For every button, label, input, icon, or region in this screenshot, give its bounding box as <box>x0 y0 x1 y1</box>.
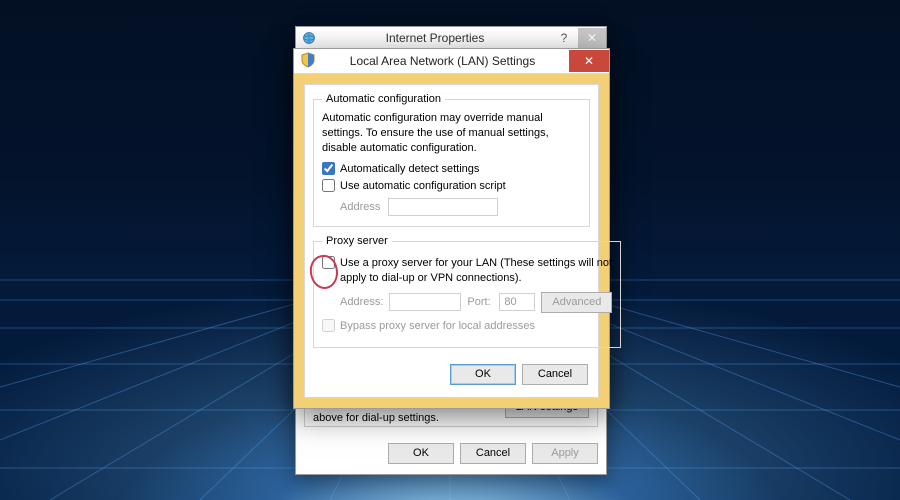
internet-properties-titlebar[interactable]: Internet Properties ? ✕ <box>296 27 606 50</box>
automatic-configuration-group: Automatic configuration Automatic config… <box>313 93 590 227</box>
auto-detect-checkbox-row[interactable]: Automatically detect settings <box>322 162 581 177</box>
auto-script-address-label: Address <box>340 201 382 213</box>
help-button[interactable]: ? <box>550 28 578 48</box>
lan-settings-dialog: Local Area Network (LAN) Settings ✕ Auto… <box>293 48 610 409</box>
auto-script-checkbox[interactable] <box>322 179 335 192</box>
lan-settings-footer: OK Cancel <box>313 356 590 387</box>
internet-options-icon <box>302 31 316 45</box>
proxy-port-label: Port: <box>467 296 493 308</box>
bypass-local-checkbox-row[interactable]: Bypass proxy server for local addresses <box>322 319 612 334</box>
apply-button[interactable]: Apply <box>532 443 598 464</box>
use-proxy-checkbox[interactable] <box>322 256 335 269</box>
internet-properties-title: Internet Properties <box>320 31 550 45</box>
auto-detect-label: Automatically detect settings <box>340 162 479 177</box>
lan-settings-icon <box>300 52 316 71</box>
ok-button[interactable]: OK <box>388 443 454 464</box>
proxy-port-input[interactable] <box>499 293 535 311</box>
cancel-button[interactable]: Cancel <box>522 364 588 385</box>
bypass-local-checkbox[interactable] <box>322 319 335 332</box>
auto-script-address-input[interactable] <box>388 198 498 216</box>
lan-settings-titlebar[interactable]: Local Area Network (LAN) Settings ✕ <box>294 49 609 74</box>
proxy-address-label: Address: <box>340 296 383 308</box>
automatic-configuration-legend: Automatic configuration <box>322 93 445 105</box>
auto-detect-checkbox[interactable] <box>322 162 335 175</box>
auto-script-label: Use automatic configuration script <box>340 179 506 194</box>
auto-script-checkbox-row[interactable]: Use automatic configuration script <box>322 179 581 194</box>
automatic-configuration-help: Automatic configuration may override man… <box>322 111 581 156</box>
cancel-button[interactable]: Cancel <box>460 443 526 464</box>
ok-button[interactable]: OK <box>450 364 516 385</box>
proxy-server-group: Proxy server Use a proxy server for your… <box>313 235 621 348</box>
bypass-local-label: Bypass proxy server for local addresses <box>340 319 535 334</box>
use-proxy-label: Use a proxy server for your LAN (These s… <box>340 256 612 286</box>
close-button[interactable]: ✕ <box>578 28 606 48</box>
lan-settings-body: Automatic configuration Automatic config… <box>294 74 609 408</box>
advanced-button[interactable]: Advanced <box>541 292 612 313</box>
close-button[interactable]: ✕ <box>569 50 609 72</box>
proxy-server-legend: Proxy server <box>322 235 392 247</box>
internet-properties-footer: OK Cancel Apply <box>296 435 606 474</box>
proxy-address-input[interactable] <box>389 293 461 311</box>
lan-settings-title: Local Area Network (LAN) Settings <box>316 54 569 68</box>
use-proxy-checkbox-row[interactable]: Use a proxy server for your LAN (These s… <box>322 256 612 286</box>
